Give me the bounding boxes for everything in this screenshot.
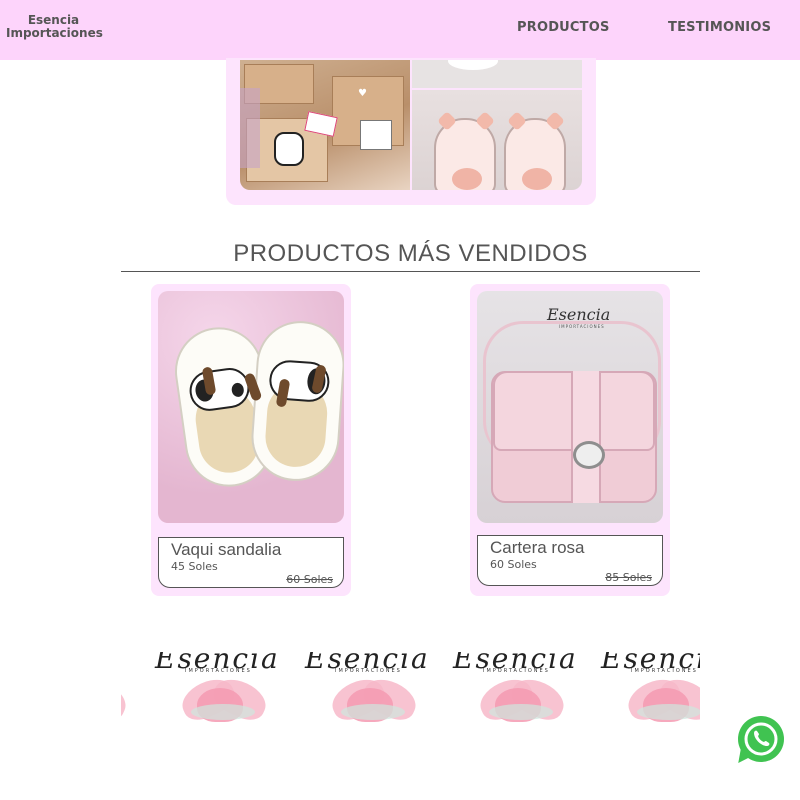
nav-link-testimonios[interactable]: TESTIMONIOS: [668, 20, 771, 35]
cow-sandal-icon[interactable]: [158, 291, 344, 523]
section-title-best-sellers: PRODUCTOS MÁS VENDIDOS: [233, 240, 588, 267]
product-name: Vaqui sandalia: [171, 540, 282, 559]
brand-logo-tile: Esencia IMPORTACIONES: [151, 652, 291, 724]
brand-logo-subtitle: IMPORTACIONES: [631, 668, 698, 674]
brand-logo-tile: Esencia IMPORTACIONES: [597, 652, 700, 724]
site-header: Esencia Importaciones PRODUCTOS TESTIMON…: [0, 0, 800, 60]
boxes-gift-icon: ♥: [240, 60, 410, 190]
product-price: 60 Soles: [490, 558, 537, 571]
brand-banner-strip: Esencia IMPORTACIONES Esencia IMPORTACIO…: [121, 652, 700, 724]
bag-brand-logo: Esencia: [547, 305, 611, 324]
product-price: 45 Soles: [171, 560, 218, 573]
whatsapp-button[interactable]: [738, 716, 784, 762]
section-divider: [121, 271, 700, 272]
product-card[interactable]: Vaqui sandalia 45 Soles 60 Soles: [151, 284, 351, 596]
product-photo-top: [412, 60, 582, 88]
brand-logo-subtitle: IMPORTACIONES: [483, 668, 550, 674]
brand-logo[interactable]: Esencia Importaciones: [6, 14, 103, 40]
product-card[interactable]: Esencia IMPORTACIONES Cartera rosa 60 So…: [470, 284, 670, 596]
brand-line-2: Importaciones: [6, 26, 103, 40]
product-name: Cartera rosa: [490, 538, 585, 557]
product-info: Cartera rosa 60 Soles 85 Soles: [477, 535, 663, 586]
whatsapp-icon: [744, 722, 778, 756]
brand-logo-tile: [121, 652, 151, 724]
brand-logo-tile: Esencia IMPORTACIONES: [449, 652, 589, 724]
brand-logo-tile: Esencia IMPORTACIONES: [301, 652, 441, 724]
hero-collage: ♥: [240, 60, 582, 190]
brand-logo-subtitle: IMPORTACIONES: [335, 668, 402, 674]
pink-bag-icon[interactable]: Esencia IMPORTACIONES: [477, 291, 663, 523]
product-info: Vaqui sandalia 45 Soles 60 Soles: [158, 537, 344, 588]
bag-brand-subtitle: IMPORTACIONES: [559, 324, 605, 329]
product-old-price: 60 Soles: [286, 573, 333, 586]
pig-slippers-icon: [412, 90, 582, 190]
nav-link-productos[interactable]: PRODUCTOS: [517, 20, 610, 35]
product-old-price: 85 Soles: [605, 571, 652, 584]
brand-logo-subtitle: IMPORTACIONES: [185, 668, 252, 674]
